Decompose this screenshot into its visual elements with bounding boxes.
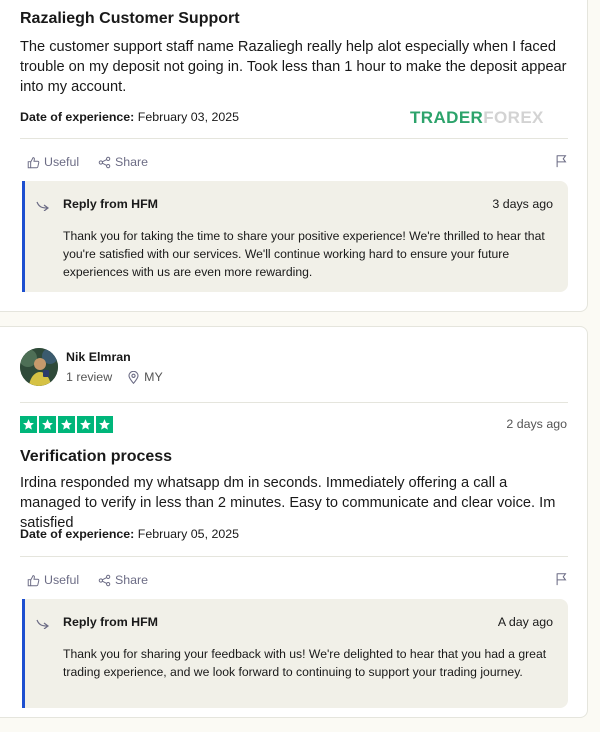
date-of-experience-label: Date of experience: (20, 527, 135, 541)
review-card: Razaliegh Customer Support The customer … (0, 0, 588, 312)
star-icon (39, 416, 56, 433)
share-icon (98, 574, 111, 586)
useful-button[interactable]: Useful (27, 573, 79, 587)
thumbs-up-icon (27, 156, 40, 168)
star-icon (96, 416, 113, 433)
company-reply: Reply from HFM A day ago Thank you for s… (22, 599, 568, 708)
reviewer-location: MY (128, 370, 163, 384)
star-icon (20, 416, 37, 433)
share-label: Share (115, 573, 149, 587)
reviewer-meta: 1 review MY (66, 370, 163, 384)
star-icon (58, 416, 75, 433)
reply-arrow-icon (36, 619, 49, 629)
flag-icon[interactable] (555, 572, 568, 586)
review-count: 1 review (66, 370, 113, 384)
date-of-experience-label: Date of experience: (20, 110, 135, 124)
reply-arrow-icon (36, 201, 49, 211)
reviewer-name[interactable]: Nik Elmran (66, 350, 131, 364)
star-icon (77, 416, 94, 433)
divider (20, 402, 568, 403)
reply-time: A day ago (497, 615, 553, 629)
useful-label: Useful (44, 155, 80, 169)
review-body: The customer support staff name Razalieg… (20, 39, 567, 95)
useful-button[interactable]: Useful (27, 155, 79, 169)
reply-time: 3 days ago (492, 197, 553, 211)
divider (20, 138, 568, 139)
thumbs-up-icon (27, 574, 40, 586)
country-code: MY (144, 370, 163, 384)
review-body: Irdina responded my whatsapp dm in secon… (20, 475, 556, 531)
review-card: Nik Elmran 1 review MY 2 days ago Verifi… (0, 326, 588, 718)
review-title: Verification process (20, 448, 173, 465)
date-of-experience-value: February 03, 2025 (137, 110, 240, 124)
avatar-image (20, 348, 58, 386)
share-button[interactable]: Share (98, 573, 148, 587)
review-title: Razaliegh Customer Support (20, 10, 240, 27)
date-of-experience-value: February 05, 2025 (137, 527, 240, 541)
avatar[interactable] (20, 348, 58, 386)
flag-icon[interactable] (555, 154, 568, 168)
reply-text: Thank you for sharing your feedback with… (63, 647, 547, 679)
location-pin-icon (128, 370, 139, 384)
reply-text: Thank you for taking the time to share y… (63, 229, 545, 279)
watermark-logo: TRADERFOREX (410, 108, 544, 127)
reply-from: Reply from HFM (63, 197, 158, 211)
divider (20, 556, 568, 557)
date-posted: 2 days ago (506, 417, 567, 431)
reply-from: Reply from HFM (63, 615, 158, 629)
share-label: Share (115, 155, 149, 169)
share-button[interactable]: Share (98, 155, 148, 169)
date-of-experience: Date of experience: February 03, 2025 (20, 110, 239, 124)
star-rating (20, 416, 113, 433)
share-icon (98, 156, 111, 168)
date-of-experience: Date of experience: February 05, 2025 (20, 527, 239, 541)
useful-label: Useful (44, 573, 80, 587)
company-reply: Reply from HFM 3 days ago Thank you for … (22, 181, 568, 292)
